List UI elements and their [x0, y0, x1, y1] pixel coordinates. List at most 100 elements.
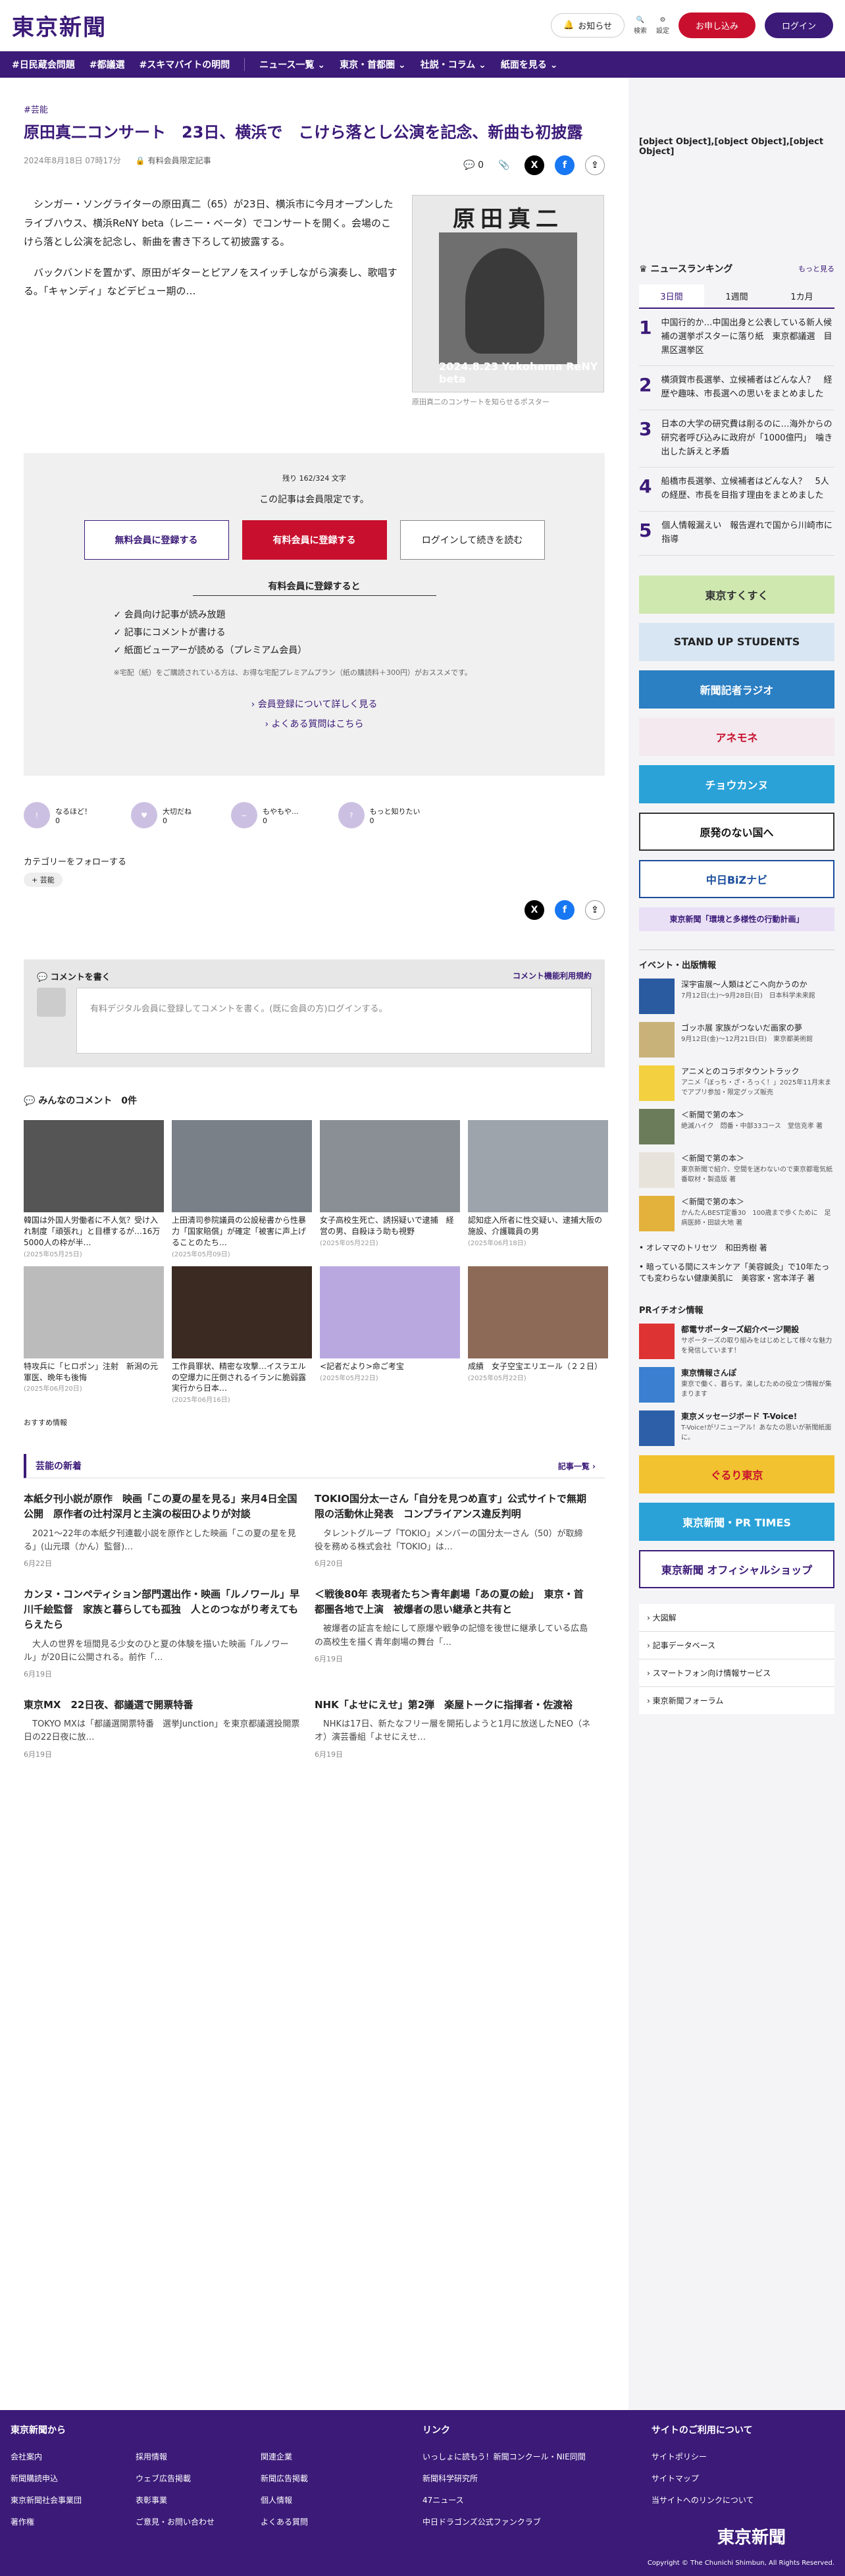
event-item[interactable]: アニメとのコラボタウントラック アニメ「ぼっち・ざ・ろっく！」2025年11月末ま…: [639, 1065, 834, 1101]
banner[interactable]: 東京新聞「環境と多様性の行動計画」: [639, 907, 834, 931]
article-photo[interactable]: 原田真二 2024.8.23 Yokohama ReNY beta: [412, 195, 604, 393]
related-item[interactable]: <記者だより>命ご考宝 (2025年05月22日): [320, 1266, 460, 1404]
banner[interactable]: STAND UP STUDENTS: [639, 622, 834, 661]
event-item[interactable]: ＜新聞で第の本＞ かんたんBEST定番30 100歳まで歩くために 足病医師・田談…: [639, 1195, 834, 1231]
settings-button[interactable]: ⚙ 設定: [656, 16, 669, 35]
event-item[interactable]: ＜新聞で第の本＞ 東京新聞で紹介、空間を迷わないので東京都電気紙番取材・製造版 著: [639, 1152, 834, 1188]
footer-link[interactable]: サイトマップ: [652, 2473, 754, 2484]
ranking-item[interactable]: 2 横須賀市長選挙、立候補者はどんな人？ 経歴や趣味、市長選への思いをまとめました: [639, 366, 834, 410]
faq-link[interactable]: › よくある質問はこちら: [43, 717, 585, 730]
section-more-link[interactable]: 記事一覧 ›: [558, 1461, 596, 1472]
site-logo[interactable]: 東京新聞: [12, 9, 107, 41]
related-item[interactable]: 女子高校生死亡、誘拐疑いで逮捕 経営の男、自殺ほう助も視野 (2025年05月22…: [320, 1120, 460, 1258]
reaction-button[interactable]: ? もっと知りたい 0: [338, 802, 421, 829]
side-link[interactable]: • 暗っている間にスキンケア「美容鍼灸」で10年たっても変わらない健康美肌に 美…: [639, 1261, 834, 1283]
pr-banner[interactable]: 東京新聞・PR TIMES: [639, 1502, 834, 1541]
footer-link[interactable]: 中日ドラゴンズ公式ファンクラブ: [423, 2516, 586, 2527]
facebook-share-icon[interactable]: f: [555, 155, 575, 176]
reaction-button[interactable]: ♥ 大切だね 0: [131, 802, 192, 829]
search-button[interactable]: 🔍 検索: [634, 16, 647, 35]
footer-link[interactable]: 東京新聞社会事業団: [11, 2494, 109, 2506]
news-item[interactable]: ＜戦後80年 表現者たち＞青年劇場「あの夏の絵」 東京・首都圏各地で上演 被爆者…: [315, 1587, 591, 1679]
footer-link[interactable]: 個人情報: [261, 2494, 359, 2506]
related-item[interactable]: 工作員罪状、精密な攻撃…イスラエルの空爆力に圧倒されるイランに脆弱露 実行から日…: [172, 1266, 314, 1404]
event-item[interactable]: ＜新聞で第の本＞ 絶滅ハイク 悶番・中部33コース 堂信克孝 著: [639, 1108, 834, 1144]
footer-link[interactable]: 当サイトへのリンクについて: [652, 2494, 754, 2506]
comment-input[interactable]: 有料デジタル会員に登録してコメントを書く。(既に会員の方)ログインする。: [76, 988, 592, 1054]
pr-banner[interactable]: ぐるり東京: [639, 1455, 834, 1493]
footer-link[interactable]: 新聞購読申込: [11, 2473, 109, 2484]
footer-link[interactable]: 関連企業: [261, 2451, 359, 2462]
x-share-icon[interactable]: X: [525, 155, 544, 176]
nav-item[interactable]: #日民蔵会問題: [12, 58, 75, 71]
clip-icon[interactable]: 📎: [494, 155, 514, 175]
comment-count[interactable]: 💬 0: [463, 160, 484, 171]
footer-link[interactable]: 著作権: [11, 2516, 109, 2527]
related-item[interactable]: 認知症入所者に性交疑い、逮捕大阪の施設、介護職員の男 (2025年06月18日): [468, 1120, 608, 1258]
news-item[interactable]: NHK「よせにえせ」第2弾 楽屋トークに指揮者・佐渡裕 NHKは17日、新たなフ…: [315, 1698, 591, 1759]
login-button[interactable]: ログイン: [764, 13, 833, 38]
event-item[interactable]: ゴッホ展 家族がつないだ画家の夢 9月12日(金)〜12月21日(日) 東京都美術…: [639, 1021, 834, 1058]
ranking-more-link[interactable]: もっと見る: [798, 263, 834, 274]
membership-info-link[interactable]: › 会員登録について詳しく見る: [43, 697, 585, 711]
ranking-item[interactable]: 4 船橋市長選挙、立候補者はどんな人？ 5人の経歴、市長を目指す理由をまとめました: [639, 468, 834, 512]
nav-item[interactable]: 東京・首都圏 ⌄: [340, 58, 406, 71]
side-menu-item[interactable]: › スマートフォン向け情報サービス: [639, 1659, 834, 1687]
footer-link[interactable]: 47ニュース: [423, 2494, 586, 2506]
comment-rules-link[interactable]: コメント機能利用規約: [513, 970, 592, 982]
banner[interactable]: 中日BiZナビ: [639, 859, 834, 898]
news-item[interactable]: TOKIO国分太一さん「自分を見つめ直す」公式サイトで無期限の活動休止発表 コン…: [315, 1491, 591, 1569]
nav-item[interactable]: 紙面を見る ⌄: [501, 58, 558, 71]
follow-tag[interactable]: + 芸能: [24, 872, 63, 888]
banner[interactable]: アネモネ: [639, 717, 834, 756]
share-icon[interactable]: ⇪: [585, 155, 605, 176]
notifications-button[interactable]: 🔔 お知らせ: [551, 13, 625, 38]
footer-link[interactable]: 会社案内: [11, 2451, 109, 2462]
reaction-button[interactable]: ! なるほど！ 0: [24, 802, 91, 829]
banner[interactable]: チョウカンヌ: [639, 765, 834, 803]
apply-button[interactable]: お申し込み: [678, 13, 755, 38]
nav-item[interactable]: ニュース一覧 ⌄: [259, 58, 325, 71]
footer-link[interactable]: 採用情報: [136, 2451, 234, 2462]
footer-link[interactable]: ご意見・お問い合わせ: [136, 2516, 234, 2527]
article-tag[interactable]: #芸能: [24, 103, 605, 115]
pr-banner[interactable]: 東京新聞 オフィシャルショップ: [639, 1549, 834, 1588]
related-item[interactable]: 上田清司参院議員の公設秘書から性暴力「国家賠償」が確定「被害に声上げることのたち…: [172, 1120, 312, 1258]
news-item[interactable]: 東京MX 22日夜、都議選で開票特番 TOKYO MXは「都議選開票特番 選挙J…: [24, 1698, 300, 1759]
related-item[interactable]: 成績 女子空宝エリエール（２２日） (2025年05月22日): [468, 1266, 608, 1404]
pr-item[interactable]: 東京メッセージボード T-Voice! T-Voice!がリニューアル！あなたの思…: [639, 1410, 834, 1446]
banner[interactable]: 新聞記者ラジオ: [639, 670, 834, 709]
footer-link[interactable]: サイトポリシー: [652, 2451, 754, 2462]
pr-item[interactable]: 都電サポーターズ紹介ページ開設 サポーターズの取り組みをはじめとして様々な魅力を発…: [639, 1323, 834, 1359]
side-menu-item[interactable]: › 記事データベース: [639, 1632, 834, 1659]
free-register-button[interactable]: 無料会員に登録する: [84, 520, 229, 560]
ranking-item[interactable]: 3 日本の大学の研究費は削るのに…海外からの研究者呼び込みに政府が「1000億円」…: [639, 410, 834, 468]
tab-1week[interactable]: 1週間: [704, 284, 769, 308]
nav-item[interactable]: #都議選: [90, 58, 125, 71]
ranking-item[interactable]: 1 中国行的か…中国出身と公表している新人候補の選挙ポスターに落り紙 東京都議選 …: [639, 309, 834, 367]
ranking-item[interactable]: 5 個人情報漏えい 報告遅れで国から川崎市に指導: [639, 512, 834, 556]
related-item[interactable]: 韓国は外国人労働者に不人気？受け入れ制度「頑張れ」と目標するが…16万5000人…: [24, 1120, 164, 1258]
footer-link[interactable]: ウェブ広告掲載: [136, 2473, 234, 2484]
nav-item[interactable]: #スキマバイトの明問: [139, 58, 230, 71]
side-menu-item[interactable]: › 大図解: [639, 1604, 834, 1632]
footer-link[interactable]: 新聞科学研究所: [423, 2473, 586, 2484]
x-share-icon[interactable]: X: [525, 900, 544, 921]
event-item[interactable]: 深宇宙展〜人類はどこへ向かうのか 7月12日(土)〜9月28日(日) 日本科学未来…: [639, 978, 834, 1014]
nav-item[interactable]: 社説・コラム ⌄: [421, 58, 486, 71]
share-icon[interactable]: ⇪: [585, 900, 605, 921]
banner[interactable]: 原発のない国へ: [639, 812, 834, 851]
reaction-button[interactable]: ~ もやもや... 0: [231, 802, 299, 829]
footer-link[interactable]: 新聞広告掲載: [261, 2473, 359, 2484]
tab-3days[interactable]: 3日間: [639, 284, 704, 308]
side-menu-item[interactable]: › 東京新聞フォーラム: [639, 1687, 834, 1714]
footer-link[interactable]: いっしょに読もう！新聞コンクール・NIE同間: [423, 2451, 586, 2462]
side-link[interactable]: • オレママのトリセツ 和田秀樹 著: [639, 1242, 834, 1253]
footer-link[interactable]: 表彰事業: [136, 2494, 234, 2506]
paid-register-button[interactable]: 有料会員に登録する: [242, 520, 387, 560]
pr-item[interactable]: 東京情報さんぽ 東京で働く、暮らす。楽しむための役立つ情報が集まります: [639, 1366, 834, 1403]
login-continue-button[interactable]: ログインして続きを読む: [399, 520, 545, 560]
banner[interactable]: 東京すくすく: [639, 575, 834, 614]
facebook-share-icon[interactable]: f: [555, 900, 575, 921]
footer-link[interactable]: よくある質問: [261, 2516, 359, 2527]
